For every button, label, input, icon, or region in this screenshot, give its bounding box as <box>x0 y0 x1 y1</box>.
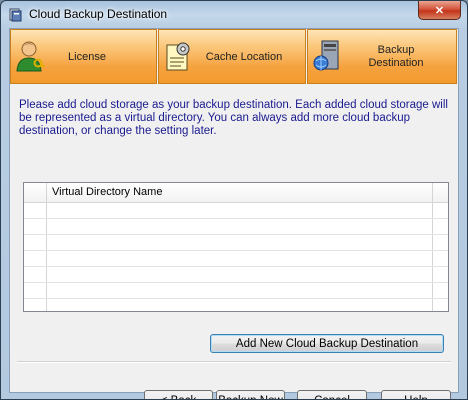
table-row <box>24 203 448 219</box>
back-button-prefix: < <box>161 395 171 399</box>
settings-document-icon <box>166 42 190 71</box>
footer-separator <box>17 361 451 363</box>
title-bar[interactable]: Cloud Backup Destination ✕ <box>1 1 467 28</box>
virtual-directory-table[interactable]: Virtual Directory Name <box>23 182 449 312</box>
window-title: Cloud Backup Destination <box>29 7 168 21</box>
column-header-label: Virtual Directory Name <box>52 186 163 198</box>
step-label-backup-destination: Backup Destination <box>346 44 446 70</box>
back-button-mnemonic: B <box>171 395 179 399</box>
step-label-license: License <box>68 51 106 63</box>
step-backup-destination[interactable]: Backup Destination <box>307 29 457 84</box>
help-button[interactable]: Help <box>381 390 451 399</box>
user-key-icon <box>16 41 45 72</box>
wizard-content: Please add cloud storage as your backup … <box>10 86 458 399</box>
wizard-steps: License Cache Location Backup Destinatio… <box>10 29 458 86</box>
step-license[interactable]: License <box>10 29 157 84</box>
server-globe-icon <box>313 40 339 71</box>
step-cache-location[interactable]: Cache Location <box>158 29 306 84</box>
backup-now-button[interactable]: Backup Now <box>216 390 285 399</box>
cancel-button[interactable]: Cancel <box>297 390 367 399</box>
table-row <box>24 267 448 283</box>
step-label-cache-location: Cache Location <box>205 51 283 63</box>
column-header-virtual-directory-name[interactable]: Virtual Directory Name <box>46 183 433 202</box>
close-button[interactable]: ✕ <box>418 1 461 20</box>
table-row <box>24 299 448 311</box>
table-row <box>24 219 448 235</box>
add-cloud-destination-button[interactable]: Add New Cloud Backup Destination <box>210 334 444 353</box>
dialog-window: Cloud Backup Destination ✕ License Cache… <box>0 0 468 400</box>
step-label-backup-line1: Backup <box>377 44 415 56</box>
table-row <box>24 251 448 267</box>
table-row <box>24 283 448 299</box>
table-header: Virtual Directory Name <box>24 183 448 203</box>
close-icon: ✕ <box>434 4 445 17</box>
app-icon <box>9 8 22 22</box>
table-row <box>24 235 448 251</box>
row-header-column <box>24 183 47 202</box>
instructions-text: Please add cloud storage as your backup … <box>19 99 448 137</box>
back-button-rest: ack <box>178 395 196 399</box>
step-label-backup-line2: Destination <box>368 57 424 69</box>
back-button[interactable]: < Back <box>144 390 213 399</box>
dialog-client-area: License Cache Location Backup Destinatio… <box>9 28 459 399</box>
